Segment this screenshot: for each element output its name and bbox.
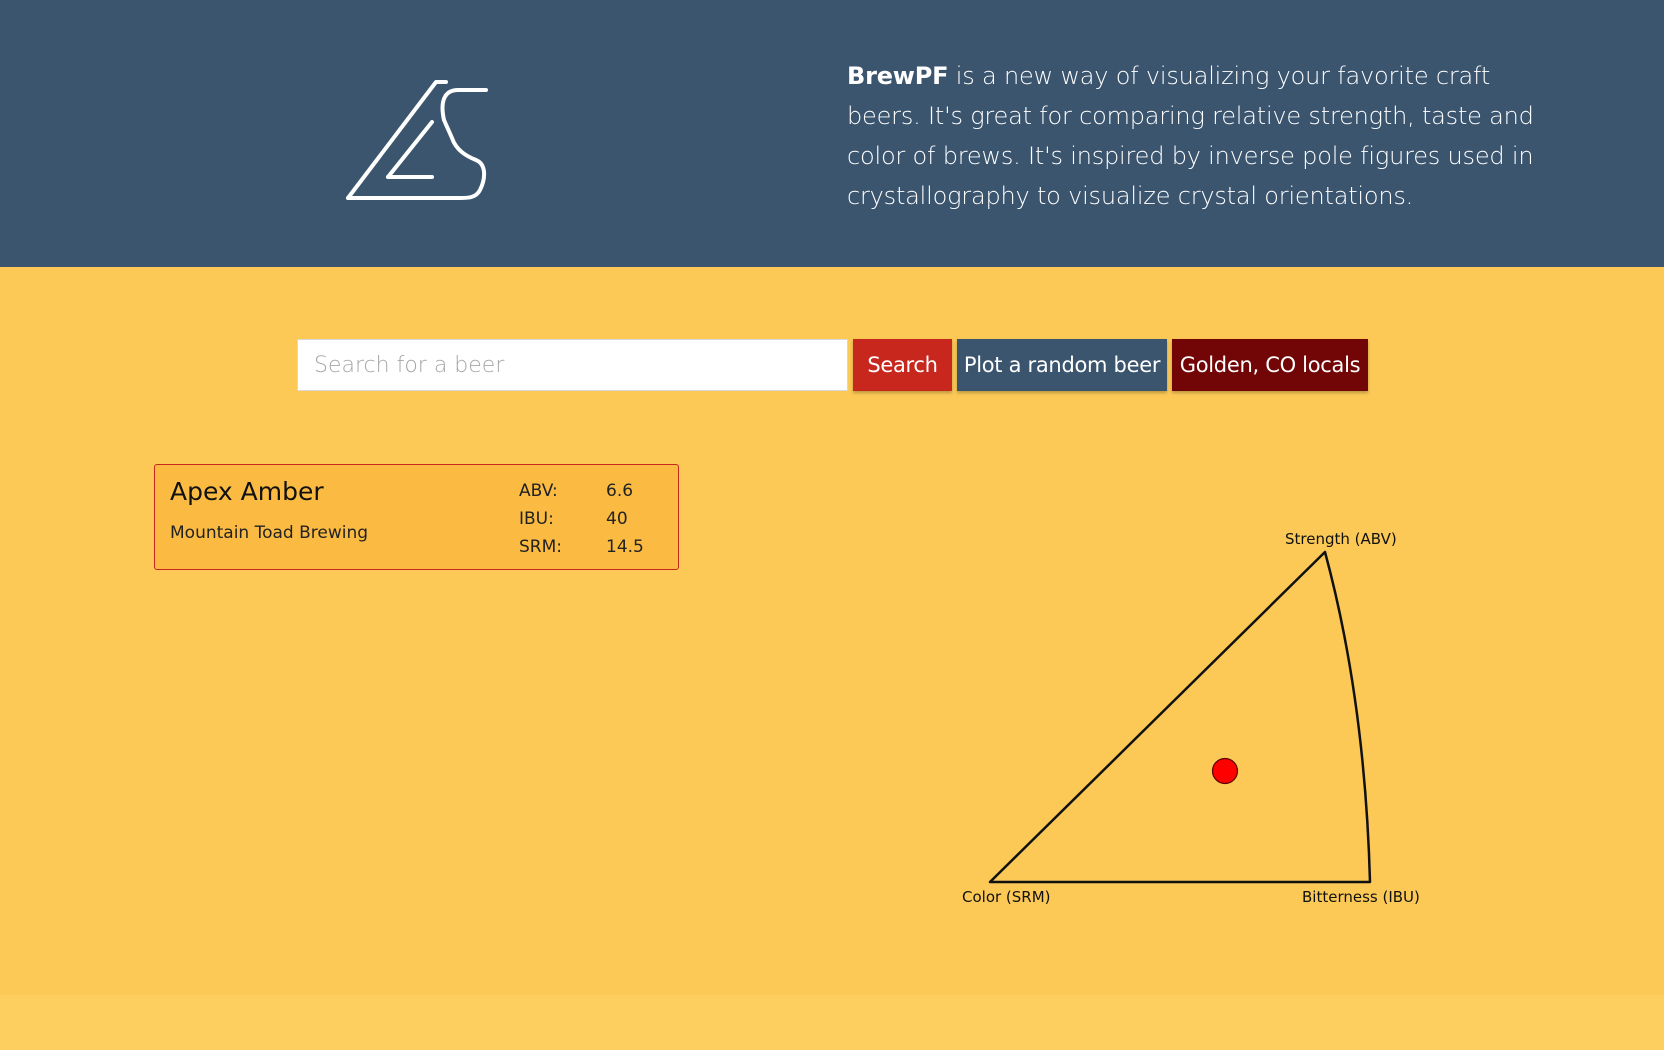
brand-name: BrewPF: [847, 62, 949, 90]
bitterness-axis-label: Bitterness (IBU): [1302, 888, 1420, 906]
stat-value: 40: [606, 509, 628, 529]
beer-data-point[interactable]: [1211, 757, 1239, 785]
intro-description: is a new way of visualizing your favorit…: [847, 62, 1534, 210]
search-button[interactable]: Search: [853, 339, 952, 391]
stat-label: SRM:: [519, 537, 562, 557]
stat-row-srm: SRM: 14.5: [519, 533, 666, 561]
brewery-name: Mountain Toad Brewing: [170, 523, 369, 543]
stat-row-abv: ABV: 6.6: [519, 477, 666, 505]
stat-row-ibu: IBU: 40: [519, 505, 666, 533]
stat-value: 6.6: [606, 481, 634, 501]
site-header: BrewPF is a new way of visualizing your …: [0, 0, 1664, 267]
search-input[interactable]: [297, 339, 848, 391]
strength-axis-label: Strength (ABV): [1285, 530, 1397, 548]
ipf-outline: [988, 550, 1372, 884]
color-axis-label: Color (SRM): [962, 888, 1051, 906]
intro-text: BrewPF is a new way of visualizing your …: [847, 56, 1547, 216]
inverse-pole-figure: Strength (ABV) Color (SRM) Bitterness (I…: [962, 530, 1420, 906]
beer-card[interactable]: Apex Amber Mountain Toad Brewing ABV: 6.…: [154, 464, 679, 570]
stat-label: IBU:: [519, 509, 554, 529]
footer-strip: [0, 995, 1664, 1050]
stat-value: 14.5: [606, 537, 644, 557]
golden-co-locals-button[interactable]: Golden, CO locals: [1172, 339, 1368, 391]
plot-random-beer-button[interactable]: Plot a random beer: [957, 339, 1167, 391]
beer-stats: ABV: 6.6 IBU: 40 SRM: 14.5: [519, 477, 666, 561]
beer-name: Apex Amber: [170, 477, 324, 506]
brewpf-logo: [346, 80, 488, 200]
stat-label: ABV:: [519, 481, 558, 501]
